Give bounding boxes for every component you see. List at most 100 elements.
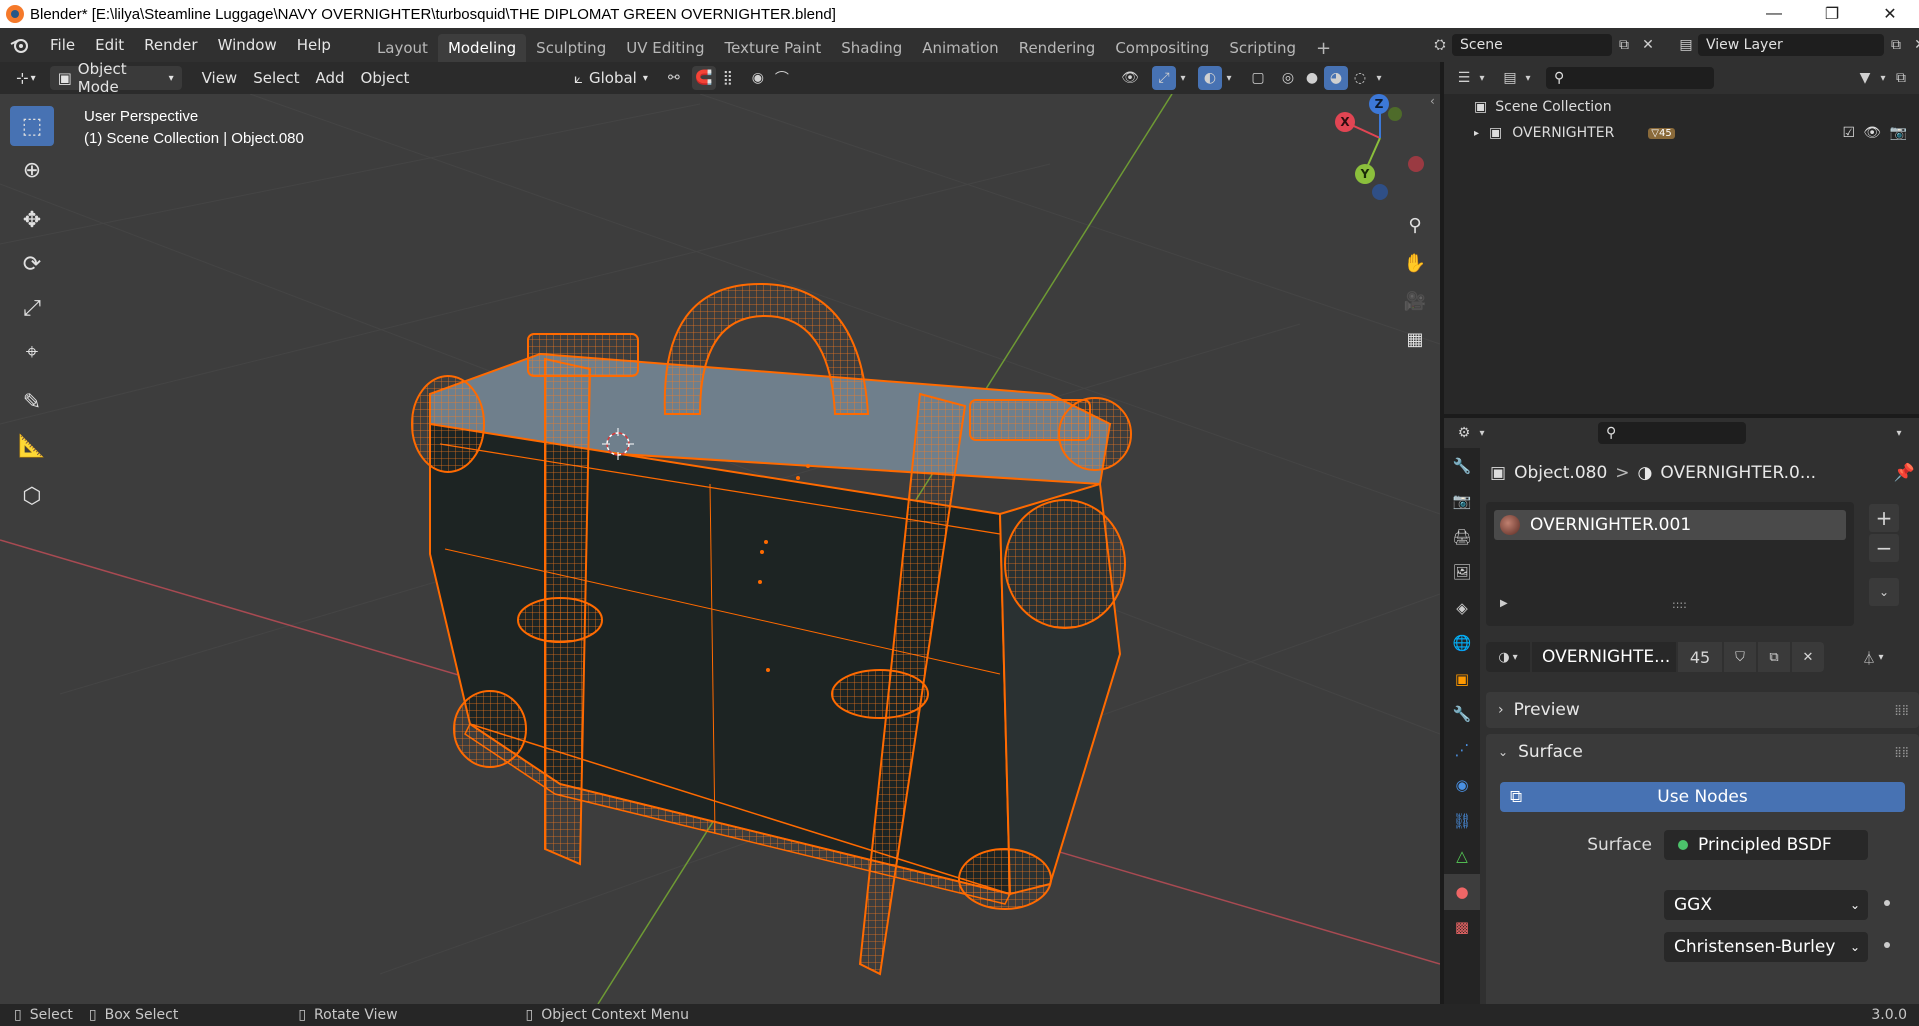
- properties-search-input[interactable]: ⚲: [1598, 422, 1746, 444]
- new-collection-icon[interactable]: ⧉: [1889, 66, 1913, 90]
- menu-help[interactable]: Help: [287, 28, 341, 62]
- chevron-down-icon[interactable]: ▾: [1222, 66, 1236, 90]
- solid-shading-icon[interactable]: ●: [1300, 66, 1324, 90]
- rotate-tool[interactable]: ⟳: [10, 244, 54, 284]
- gizmo-toggle-icon[interactable]: ⤢: [1152, 66, 1176, 90]
- preview-panel-header[interactable]: › Preview ⣿⣿: [1486, 692, 1919, 728]
- browse-material-button[interactable]: ◑ ▾: [1486, 642, 1530, 672]
- outliner-row-overnighter[interactable]: ▸ ▣ OVERNIGHTER ▽45 ☑ 👁 📷: [1444, 120, 1919, 146]
- proportional-edit-icon[interactable]: ◉: [746, 66, 770, 90]
- output-tab-icon[interactable]: 🖨: [1444, 519, 1480, 555]
- blender-menu-icon[interactable]: [0, 37, 40, 53]
- tab-rendering[interactable]: Rendering: [1009, 34, 1106, 62]
- menu-object[interactable]: Object: [353, 66, 418, 90]
- link-mode-dropdown[interactable]: ⏃ ▾: [1848, 642, 1898, 672]
- 3d-viewport[interactable]: Z X Y ⚲ ✋ 🎥 ▦ ‹ User Perspective (1) Sce…: [0, 94, 1440, 1004]
- object-tab-icon[interactable]: ▣: [1444, 661, 1480, 697]
- render-camera-icon[interactable]: 📷: [1890, 125, 1907, 141]
- tab-modeling[interactable]: Modeling: [437, 34, 527, 62]
- measure-tool[interactable]: 📐: [10, 426, 54, 466]
- menu-render[interactable]: Render: [134, 28, 207, 62]
- expand-arrow-icon[interactable]: ▸: [1474, 128, 1479, 139]
- socket-dot-icon[interactable]: [1884, 942, 1890, 948]
- tab-uv-editing[interactable]: UV Editing: [616, 34, 714, 62]
- physics-tab-icon[interactable]: ◉: [1444, 768, 1480, 804]
- chevron-down-icon[interactable]: ▾: [1176, 66, 1190, 90]
- sidebar-toggle-icon[interactable]: ‹: [1430, 94, 1435, 108]
- move-tool[interactable]: ✥: [10, 200, 54, 240]
- wireframe-shading-icon[interactable]: ◎: [1276, 66, 1300, 90]
- menu-file[interactable]: File: [40, 28, 85, 62]
- duplicate-material-icon[interactable]: ⧉: [1758, 642, 1790, 672]
- ortho-grid-icon[interactable]: ▦: [1400, 324, 1430, 354]
- transform-tool[interactable]: ⌖: [10, 332, 54, 372]
- rendered-shading-icon[interactable]: ◌: [1348, 66, 1372, 90]
- overlay-toggle-icon[interactable]: ◐: [1198, 66, 1222, 90]
- annotate-tool[interactable]: ✎: [10, 382, 54, 422]
- chevron-down-icon[interactable]: ▾: [1887, 421, 1911, 445]
- scene-tab-icon[interactable]: ◈: [1444, 590, 1480, 626]
- socket-dot-icon[interactable]: [1884, 900, 1890, 906]
- gizmo-x-axis[interactable]: X: [1335, 112, 1355, 132]
- chevron-down-icon[interactable]: ▾: [1877, 66, 1889, 90]
- tool-tab-icon[interactable]: 🔧: [1444, 448, 1480, 484]
- constraints-tab-icon[interactable]: ⛓: [1444, 803, 1480, 839]
- material-slot-list[interactable]: OVERNIGHTER.001 ▶ ::::: [1486, 502, 1854, 626]
- view-layer-icon[interactable]: ▤: [1674, 33, 1698, 57]
- data-tab-icon[interactable]: △: [1444, 839, 1480, 875]
- add-slot-button[interactable]: +: [1869, 504, 1899, 532]
- scene-field[interactable]: Scene: [1452, 34, 1612, 56]
- surface-panel-header[interactable]: ⌄ Surface ⣿⣿: [1486, 734, 1919, 770]
- snap-target-icon[interactable]: ⣿: [716, 66, 740, 90]
- gizmo-y-axis[interactable]: Y: [1355, 164, 1375, 184]
- render-tab-icon[interactable]: 📷: [1444, 484, 1480, 520]
- material-name-field[interactable]: OVERNIGHTE...: [1532, 642, 1676, 672]
- pivot-icon[interactable]: ⚯: [662, 66, 686, 90]
- fake-user-shield-icon[interactable]: ⛉: [1724, 642, 1756, 672]
- subsurface-method-dropdown[interactable]: Christensen-Burley ⌄: [1664, 932, 1868, 962]
- menu-view[interactable]: View: [194, 66, 246, 90]
- surface-shader-field[interactable]: Principled BSDF: [1664, 830, 1868, 860]
- outliner-row-scene-collection[interactable]: ▣ Scene Collection: [1444, 94, 1919, 120]
- new-view-layer-icon[interactable]: ⧉: [1884, 33, 1908, 57]
- tab-texture-paint[interactable]: Texture Paint: [714, 34, 831, 62]
- material-preview-icon[interactable]: ◕: [1324, 66, 1348, 90]
- use-nodes-button[interactable]: ⧉ Use Nodes: [1500, 782, 1905, 812]
- select-box-tool[interactable]: ⬚: [10, 106, 54, 146]
- close-window-button[interactable]: ✕: [1861, 0, 1919, 28]
- chevron-down-icon[interactable]: ▾: [1476, 421, 1488, 445]
- editor-type-button[interactable]: ⊹ ▾: [8, 66, 44, 90]
- orientation-dropdown[interactable]: ⟀ Global ▾: [566, 66, 656, 90]
- slot-specials-button[interactable]: ⌄: [1869, 578, 1899, 606]
- list-resize-grip[interactable]: ::::: [1672, 598, 1687, 611]
- add-workspace-button[interactable]: +: [1306, 34, 1341, 62]
- properties-editor-icon[interactable]: ⚙: [1452, 421, 1476, 445]
- pan-hand-icon[interactable]: ✋: [1400, 248, 1430, 278]
- chevron-down-icon[interactable]: ▾: [1372, 66, 1386, 90]
- tab-sculpting[interactable]: Sculpting: [526, 34, 616, 62]
- tab-scripting[interactable]: Scripting: [1219, 34, 1306, 62]
- texture-tab-icon[interactable]: ▩: [1444, 910, 1480, 946]
- new-scene-icon[interactable]: ⧉: [1612, 33, 1636, 57]
- distribution-dropdown[interactable]: GGX ⌄: [1664, 890, 1868, 920]
- delete-scene-icon[interactable]: ✕: [1636, 33, 1660, 57]
- pin-icon[interactable]: 📌: [1894, 463, 1915, 483]
- eye-icon[interactable]: 👁: [1863, 125, 1881, 141]
- display-mode-icon[interactable]: ▤: [1498, 66, 1522, 90]
- camera-view-icon[interactable]: 🎥: [1400, 286, 1430, 316]
- expand-arrow-icon[interactable]: ▶: [1500, 598, 1508, 609]
- drag-handle-icon[interactable]: ⣿⣿: [1894, 705, 1909, 716]
- world-tab-icon[interactable]: 🌐: [1444, 626, 1480, 662]
- add-cube-tool[interactable]: ⬡: [10, 476, 54, 516]
- tab-compositing[interactable]: Compositing: [1105, 34, 1219, 62]
- menu-edit[interactable]: Edit: [85, 28, 134, 62]
- xray-icon[interactable]: ▢: [1246, 66, 1270, 90]
- snap-icon[interactable]: 🧲: [691, 66, 716, 90]
- delete-view-layer-icon[interactable]: ✕: [1908, 33, 1919, 57]
- drag-handle-icon[interactable]: ⣿⣿: [1894, 747, 1909, 758]
- material-slot-row[interactable]: OVERNIGHTER.001: [1494, 510, 1846, 540]
- scene-icon[interactable]: ⛭: [1428, 33, 1452, 57]
- filter-icon[interactable]: ▼: [1853, 66, 1877, 90]
- outliner-editor-icon[interactable]: ☰: [1452, 66, 1476, 90]
- mode-dropdown[interactable]: ▣ Object Mode ▾: [49, 60, 182, 96]
